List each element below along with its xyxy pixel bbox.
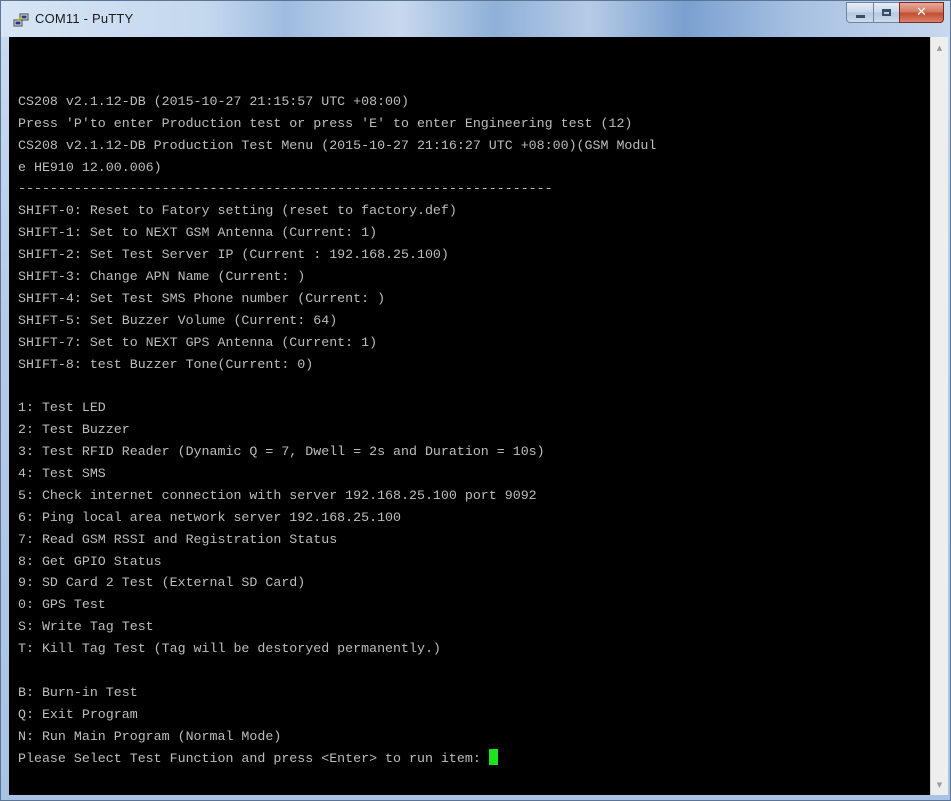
maximize-button[interactable] — [873, 2, 899, 23]
terminal-line: 7: Read GSM RSSI and Registration Status — [18, 531, 338, 547]
terminal-line: e HE910 12.00.006) — [18, 159, 162, 175]
terminal-area[interactable]: CS208 v2.1.12-DB (2015-10-27 21:15:57 UT… — [9, 37, 930, 795]
terminal-output: CS208 v2.1.12-DB (2015-10-27 21:15:57 UT… — [18, 69, 656, 770]
terminal-line: S: Write Tag Test — [18, 619, 154, 635]
putty-icon[interactable] — [13, 12, 29, 28]
terminal-line: 5: Check internet connection with server… — [18, 487, 537, 503]
scroll-up-icon[interactable]: ▲ — [931, 39, 948, 56]
minimize-icon — [855, 14, 865, 18]
putty-window: COM11 - PuTTY ✕ CS208 v2.1.12-DB (2015-1… — [0, 0, 951, 801]
terminal-line: SHIFT-8: test Buzzer Tone(Current: 0) — [18, 356, 314, 372]
terminal-line: 0: GPS Test — [18, 597, 106, 613]
terminal-line: 3: Test RFID Reader (Dynamic Q = 7, Dwel… — [18, 444, 545, 460]
text-cursor — [488, 748, 498, 765]
terminal-line: ----------------------------------------… — [18, 181, 553, 197]
minimize-button[interactable] — [846, 2, 873, 23]
title-bar[interactable]: COM11 - PuTTY ✕ — [1, 1, 950, 37]
close-icon: ✕ — [916, 5, 927, 20]
terminal-line: SHIFT-1: Set to NEXT GSM Antenna (Curren… — [18, 225, 378, 241]
terminal-line: N: Run Main Program (Normal Mode) — [18, 728, 282, 744]
terminal-line: SHIFT-4: Set Test SMS Phone number (Curr… — [18, 290, 386, 306]
terminal-line: CS208 v2.1.12-DB Production Test Menu (2… — [18, 137, 657, 153]
prompt-text: Please Select Test Function and press <E… — [18, 750, 481, 766]
terminal-line: T: Kill Tag Test (Tag will be destoryed … — [18, 641, 441, 657]
terminal-line: SHIFT-7: Set to NEXT GPS Antenna (Curren… — [18, 334, 378, 350]
terminal-line: SHIFT-2: Set Test Server IP (Current : 1… — [18, 247, 449, 263]
terminal-line: 2: Test Buzzer — [18, 422, 130, 438]
terminal-line: SHIFT-3: Change APN Name (Current: ) — [18, 269, 306, 285]
terminal-line: Q: Exit Program — [18, 706, 138, 722]
terminal-line: 8: Get GPIO Status — [18, 553, 162, 569]
terminal-line: 1: Test LED — [18, 400, 106, 416]
terminal-line: Press 'P'to enter Production test or pre… — [18, 115, 633, 131]
terminal-line: 9: SD Card 2 Test (External SD Card) — [18, 575, 306, 591]
terminal-line: CS208 v2.1.12-DB (2015-10-27 21:15:57 UT… — [18, 93, 409, 109]
vertical-scrollbar[interactable]: ▲ ▼ — [930, 37, 948, 795]
maximize-icon — [882, 9, 891, 16]
window-title: COM11 - PuTTY — [35, 11, 134, 26]
window-bottom-border — [1, 795, 950, 800]
terminal-line: SHIFT-5: Set Buzzer Volume (Current: 64) — [18, 312, 338, 328]
terminal-line: B: Burn-in Test — [18, 684, 138, 700]
close-button[interactable]: ✕ — [899, 2, 944, 23]
prompt-line: Please Select Test Function and press <E… — [18, 748, 656, 770]
terminal-line: 4: Test SMS — [18, 466, 106, 482]
terminal-line: SHIFT-0: Reset to Fatory setting (reset … — [18, 203, 457, 219]
scroll-down-icon[interactable]: ▼ — [931, 776, 948, 793]
caption-buttons: ✕ — [846, 2, 944, 23]
terminal-line: 6: Ping local area network server 192.16… — [18, 509, 402, 525]
